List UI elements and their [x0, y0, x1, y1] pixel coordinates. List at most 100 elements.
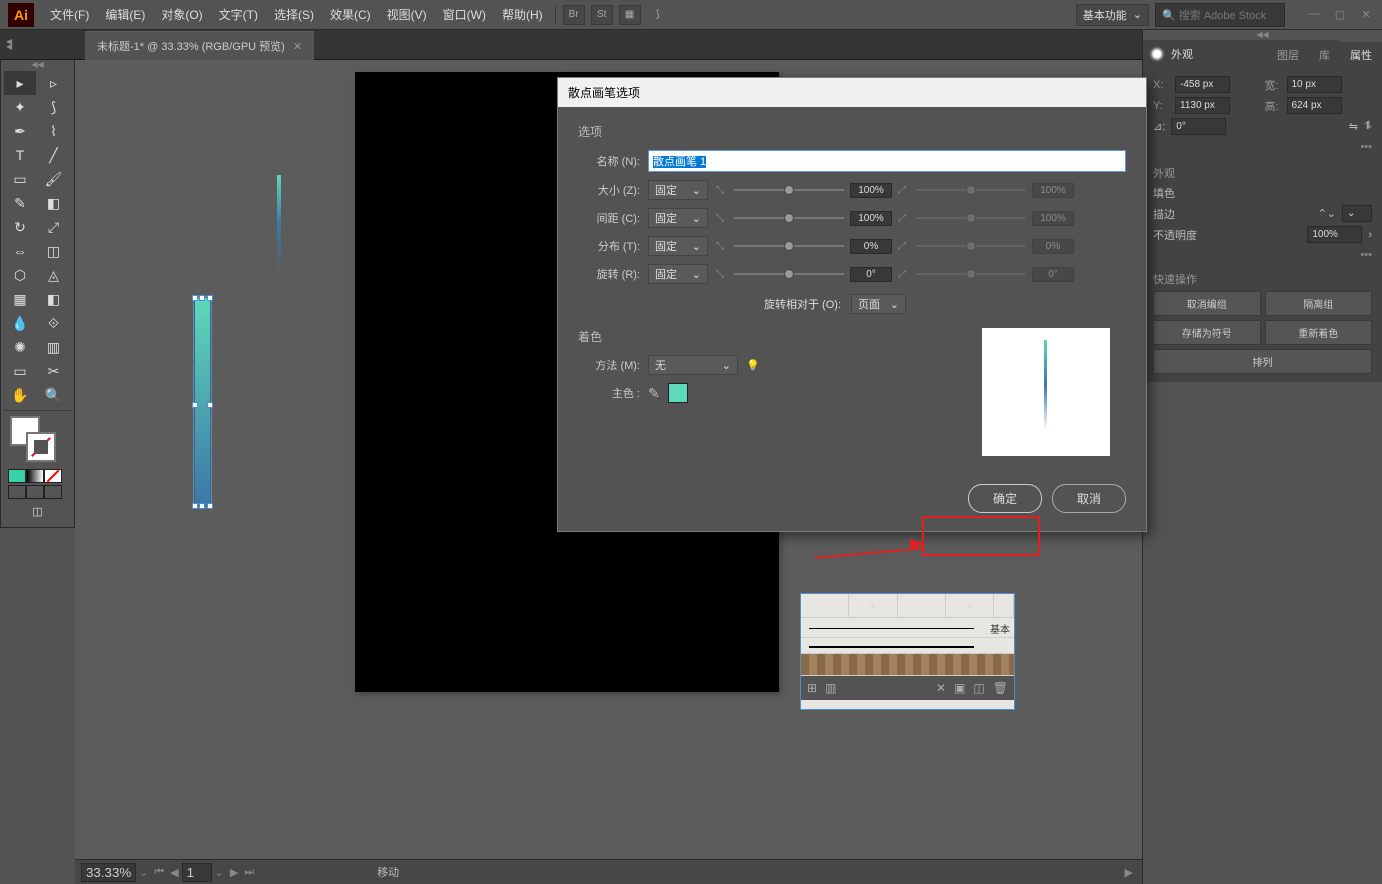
- type-tool[interactable]: T: [4, 143, 36, 167]
- zoom-input[interactable]: [81, 863, 136, 882]
- hand-tool[interactable]: ✋: [4, 383, 36, 407]
- opacity-popup-icon[interactable]: ›: [1368, 229, 1372, 241]
- menu-help[interactable]: 帮助(H): [494, 6, 551, 23]
- brush-swatch-1[interactable]: ·: [801, 594, 849, 617]
- brush-swatch-5[interactable]: [994, 594, 1014, 617]
- h-input[interactable]: [1287, 97, 1342, 114]
- fill-stroke-swatch[interactable]: [4, 414, 71, 469]
- brush-swatch-3[interactable]: ⋮: [898, 594, 946, 617]
- draw-inside[interactable]: [44, 485, 62, 499]
- free-transform-tool[interactable]: ◫: [38, 239, 70, 263]
- brush-lib-icon[interactable]: ⊞: [807, 681, 817, 695]
- draw-behind[interactable]: [26, 485, 44, 499]
- screen-mode[interactable]: ◫: [4, 499, 71, 524]
- y-input[interactable]: [1175, 97, 1230, 114]
- menu-object[interactable]: 对象(O): [153, 6, 210, 23]
- blend-tool[interactable]: ⟐: [38, 311, 70, 335]
- eyedropper-icon[interactable]: ✎: [648, 385, 660, 402]
- scale-tool[interactable]: ⤢: [38, 215, 70, 239]
- gradient-tool[interactable]: ◧: [38, 287, 70, 311]
- size-mode-select[interactable]: 固定⌄: [648, 180, 708, 200]
- menu-type[interactable]: 文字(T): [211, 6, 266, 23]
- stroke-weight-stepper[interactable]: ⌃⌄: [1318, 207, 1336, 220]
- basic-brush-row[interactable]: 基本: [801, 618, 1014, 638]
- menu-select[interactable]: 选择(S): [266, 6, 322, 23]
- colorization-method-select[interactable]: 无⌄: [648, 355, 738, 375]
- rotation-relative-select[interactable]: 页面⌄: [851, 294, 906, 314]
- search-stock-input[interactable]: 🔍 搜索 Adobe Stock: [1155, 3, 1285, 27]
- solid-color-mode[interactable]: [8, 469, 26, 483]
- scatter-slider-1[interactable]: [734, 245, 844, 247]
- slice-tool[interactable]: ✂: [38, 359, 70, 383]
- arrange-button[interactable]: 排列: [1153, 349, 1372, 374]
- brush-swatch-2[interactable]: ●: [849, 594, 897, 617]
- scatter-value-1[interactable]: 0%: [850, 239, 892, 254]
- workspace-switcher[interactable]: 基本功能 ⌄: [1076, 4, 1149, 26]
- transform-more-icon[interactable]: •••: [1153, 139, 1372, 155]
- isolate-button[interactable]: 隔离组: [1265, 291, 1373, 316]
- magic-wand-tool[interactable]: ✦: [4, 95, 36, 119]
- next-page-icon[interactable]: ▶: [227, 866, 241, 879]
- spacing-slider-1[interactable]: [734, 217, 844, 219]
- gpu-icon[interactable]: ⟆: [647, 5, 669, 25]
- selection-tool[interactable]: ▸: [4, 71, 36, 95]
- zoom-tool[interactable]: 🔍: [38, 383, 70, 407]
- appearance-panel-label[interactable]: 外观: [1171, 46, 1193, 62]
- menu-edit[interactable]: 编辑(E): [97, 6, 153, 23]
- stroke-preset[interactable]: ⌄: [1342, 205, 1372, 222]
- new-brush-icon[interactable]: ◫: [973, 681, 984, 695]
- arrange-docs-icon[interactable]: ▦: [619, 5, 641, 25]
- appearance-more-icon[interactable]: •••: [1153, 247, 1372, 263]
- lasso-tool[interactable]: ⟆: [38, 95, 70, 119]
- thin-brush-row[interactable]: [801, 638, 1014, 654]
- recolor-button[interactable]: 重新着色: [1265, 320, 1373, 345]
- shaper-tool[interactable]: ✎: [4, 191, 36, 215]
- stroke-swatch[interactable]: [26, 432, 56, 462]
- toolpanel-collapse-icon[interactable]: ◀◀: [4, 63, 71, 71]
- selected-object[interactable]: [195, 298, 210, 506]
- brush-tool[interactable]: 🖌: [38, 167, 70, 191]
- slider-expand-icon[interactable]: ⤡: [716, 269, 728, 280]
- menu-view[interactable]: 视图(V): [379, 6, 435, 23]
- tab-properties[interactable]: 属性: [1340, 40, 1382, 68]
- close-icon[interactable]: ✕: [1358, 8, 1374, 21]
- cancel-button[interactable]: 取消: [1052, 484, 1126, 513]
- minimize-icon[interactable]: —: [1306, 8, 1322, 21]
- bridge-icon[interactable]: Br: [563, 5, 585, 25]
- tips-icon[interactable]: 💡: [746, 359, 760, 372]
- flip-h-icon[interactable]: ⇋: [1349, 120, 1358, 133]
- chevron-down-icon[interactable]: ⌄: [212, 866, 227, 879]
- tab-close-icon[interactable]: ✕: [293, 40, 302, 53]
- rotate-tool[interactable]: ↻: [4, 215, 36, 239]
- remove-brush-icon[interactable]: ✕: [936, 681, 946, 695]
- menu-file[interactable]: 文件(F): [42, 6, 97, 23]
- last-page-icon[interactable]: ⏭: [241, 866, 257, 879]
- scatter-mode-select[interactable]: 固定⌄: [648, 236, 708, 256]
- eraser-tool[interactable]: ◧: [38, 191, 70, 215]
- eyedropper-tool[interactable]: 💧: [4, 311, 36, 335]
- gradient-path-1[interactable]: [277, 175, 281, 275]
- tab-libraries[interactable]: 库: [1309, 42, 1340, 68]
- brush-name-input[interactable]: 散点画笔 1: [648, 150, 1126, 172]
- none-mode[interactable]: [44, 469, 62, 483]
- shape-builder-tool[interactable]: ⬡: [4, 263, 36, 287]
- direct-selection-tool[interactable]: ▹: [38, 71, 70, 95]
- brush-swatch-4[interactable]: ●: [946, 594, 994, 617]
- x-input[interactable]: [1175, 76, 1230, 93]
- symbol-sprayer-tool[interactable]: ✺: [4, 335, 36, 359]
- slider-expand-icon[interactable]: ⤡: [716, 213, 728, 224]
- gradient-mode[interactable]: [26, 469, 44, 483]
- draw-normal[interactable]: [8, 485, 26, 499]
- pattern-brush-row[interactable]: [801, 654, 1014, 676]
- document-tab[interactable]: 未标题-1* @ 33.33% (RGB/GPU 预览) ✕: [85, 31, 314, 60]
- line-tool[interactable]: ╱: [38, 143, 70, 167]
- scroll-right-icon[interactable]: ▶: [1122, 866, 1136, 879]
- stock-icon[interactable]: St: [591, 5, 613, 25]
- save-symbol-button[interactable]: 存储为符号: [1153, 320, 1261, 345]
- maximize-icon[interactable]: ▢: [1332, 8, 1348, 21]
- size-slider-1[interactable]: [734, 189, 844, 191]
- opacity-input[interactable]: [1307, 226, 1362, 243]
- first-page-icon[interactable]: ⏮: [151, 866, 167, 879]
- rectangle-tool[interactable]: ▭: [4, 167, 36, 191]
- flip-v-icon[interactable]: ⥮: [1364, 120, 1372, 133]
